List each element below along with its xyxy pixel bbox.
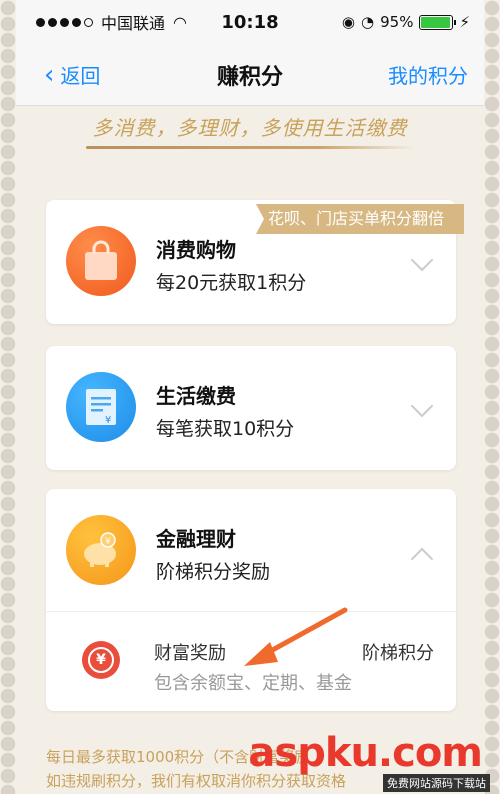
chevron-down-icon[interactable] bbox=[410, 394, 434, 418]
back-button[interactable]: ‹ 返回 bbox=[44, 60, 100, 89]
card-finance[interactable]: ¥ 金融理财 阶梯积分奖励 ¥ 财富奖励 阶梯积分 包含余额宝、定期、基金 bbox=[46, 489, 456, 711]
battery-icon bbox=[419, 14, 457, 30]
shopping-bag-icon bbox=[66, 226, 136, 296]
status-bar: 中国联通 ◠ 10:18 ◉ ◔ 95% ⚡ bbox=[16, 0, 484, 44]
lock-rotation-icon: ◉ bbox=[341, 13, 356, 31]
my-points-button[interactable]: 我的积分 bbox=[388, 60, 468, 89]
card-shopping[interactable]: 花呗、门店买单积分翻倍 消费购物 每20元获取1积分 bbox=[46, 200, 464, 324]
card-subtitle: 每笔获取10积分 bbox=[156, 418, 295, 440]
card-title: 生活缴费 bbox=[156, 384, 236, 408]
card-title: 金融理财 bbox=[156, 527, 236, 551]
bill-icon: ¥ bbox=[66, 372, 136, 442]
card-subtitle: 每20元获取1积分 bbox=[156, 272, 307, 294]
tiered-points-label: 阶梯积分 bbox=[362, 643, 434, 664]
battery-percent: 95% bbox=[380, 13, 414, 31]
chevron-down-icon[interactable] bbox=[410, 248, 434, 272]
svg-text:¥: ¥ bbox=[105, 415, 111, 426]
card-title: 消费购物 bbox=[156, 238, 236, 262]
chevron-left-icon: ‹ bbox=[44, 59, 55, 90]
slogan-text: 多消费，多理财，多使用生活缴费 bbox=[92, 116, 408, 140]
annotation-arrow-icon bbox=[244, 607, 348, 666]
watermark-logo: aspku.com bbox=[248, 730, 483, 776]
piggy-bank-icon: ¥ bbox=[66, 515, 136, 585]
wealth-reward-title: 财富奖励 bbox=[154, 643, 226, 664]
back-label: 返回 bbox=[60, 64, 101, 88]
svg-text:¥: ¥ bbox=[105, 537, 111, 547]
charging-icon: ⚡ bbox=[459, 13, 470, 31]
promo-ribbon: 花呗、门店买单积分翻倍 bbox=[255, 204, 464, 234]
card-bill-payment[interactable]: ¥ 生活缴费 每笔获取10积分 bbox=[46, 346, 456, 470]
nav-bar: ‹ 返回 赚积分 我的积分 bbox=[16, 44, 484, 106]
alarm-icon: ◔ bbox=[361, 13, 375, 31]
slogan-underline bbox=[86, 146, 416, 149]
watermark-subtitle: 免费网站源码下载站 bbox=[383, 774, 490, 792]
chevron-up-icon[interactable] bbox=[410, 547, 434, 571]
yuan-icon: ¥ bbox=[88, 647, 114, 673]
card-subtitle: 阶梯积分奖励 bbox=[156, 561, 271, 583]
wealth-reward-icon: ¥ bbox=[82, 641, 120, 679]
